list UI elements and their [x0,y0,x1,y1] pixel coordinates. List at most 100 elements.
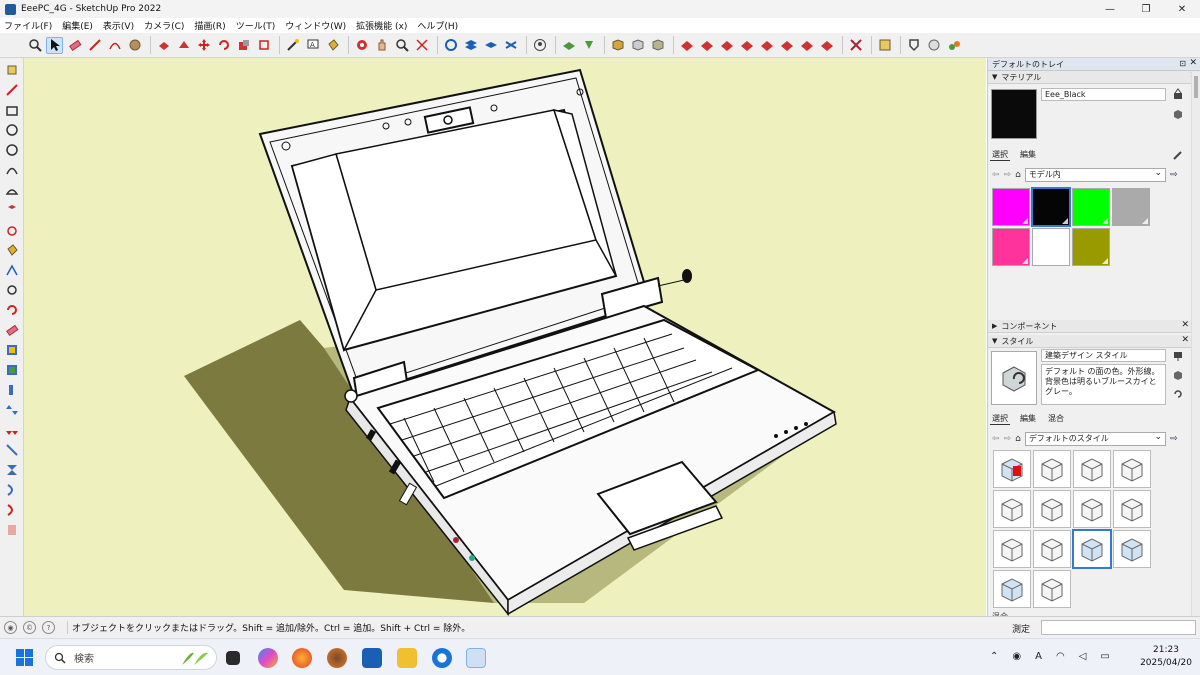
orbit-icon[interactable] [353,37,370,54]
geo-location-icon[interactable]: ◉ [4,621,17,634]
backedges-style-icon[interactable] [698,37,715,54]
front-view-icon[interactable] [649,37,666,54]
task-view-icon[interactable] [226,651,240,665]
outliner-icon[interactable] [3,361,21,378]
close-button[interactable]: ✕ [1164,0,1200,18]
help-info-icon[interactable]: ? [42,621,55,634]
menu-draw[interactable]: 描画(R) [194,19,225,32]
menu-window[interactable]: ウィンドウ(W) [285,19,346,32]
material-swatch[interactable] [1072,188,1110,226]
layers-icon[interactable] [462,37,479,54]
menu-help[interactable]: ヘルプ(H) [417,19,458,32]
wifi-icon[interactable]: ◠ [1056,651,1065,662]
material-swatch[interactable] [1112,188,1150,226]
chevron-up-icon[interactable]: ⌃ [990,651,998,662]
axes-style-icon[interactable] [818,37,835,54]
material-swatch[interactable] [1072,228,1110,266]
section-plane-icon[interactable] [560,37,577,54]
push-pull-small-icon[interactable] [3,201,21,218]
hourglass-tool-icon[interactable] [3,461,21,478]
eyedropper-icon[interactable] [1172,149,1184,161]
update-style-icon[interactable] [1172,350,1184,362]
tab-style-select[interactable]: 選択 [990,413,1010,425]
shape-icon[interactable] [126,37,143,54]
ime-indicator[interactable]: A [1035,651,1042,662]
taskbar-search-box[interactable]: 検索 [45,645,217,670]
browser-icon[interactable] [432,648,452,668]
minimize-button[interactable]: — [1092,0,1128,18]
pan-icon[interactable] [373,37,390,54]
maximize-button[interactable]: ❐ [1128,0,1164,18]
scrollbar-thumb[interactable] [1194,76,1198,98]
down-arrows-icon[interactable] [3,421,21,438]
material-swatch[interactable] [992,188,1030,226]
arc-icon[interactable] [106,37,123,54]
material-name-field[interactable]: Eee_Black [1041,88,1166,101]
refresh-style-icon[interactable] [1172,388,1184,400]
forward-arrow-icon[interactable]: ⇨ [1004,170,1012,180]
polygon-tool-icon[interactable] [3,141,21,158]
styles-header[interactable]: ▼ スタイル ✕ [988,335,1192,348]
style-thumbnail[interactable] [1033,490,1071,528]
back-arrow-icon[interactable]: ⇦ [992,434,1000,444]
style-name-field[interactable]: 建築デザイン スタイル [1041,349,1166,362]
zoom-search-icon[interactable] [26,37,43,54]
menu-file[interactable]: ファイル(F) [4,19,52,32]
monochrome-style-icon[interactable] [798,37,815,54]
gimp-icon[interactable] [327,648,347,668]
style-thumbnail[interactable] [1033,450,1071,488]
hidden-line-style-icon[interactable] [738,37,755,54]
tab-style-mix[interactable]: 混合 [1046,413,1066,425]
wireframe-style-icon[interactable] [718,37,735,54]
trimble-connect-icon[interactable] [945,37,962,54]
arc-tool-icon[interactable] [3,161,21,178]
diagonal-tool-icon[interactable] [3,441,21,458]
menu-tools[interactable]: ツール(T) [236,19,276,32]
push-pull-icon[interactable] [155,37,172,54]
hook-tool-icon[interactable] [3,501,21,518]
home-icon[interactable]: ⌂ [1015,170,1021,180]
style-thumbnail[interactable] [1073,450,1111,488]
section-small-icon[interactable] [3,341,21,358]
paint-bucket-icon[interactable] [324,37,341,54]
tape-measure-icon[interactable] [284,37,301,54]
volume-icon[interactable]: ◁ [1079,651,1087,662]
close-section-icon[interactable]: ✕ [1181,335,1189,345]
tab-style-edit[interactable]: 編集 [1018,413,1038,425]
style-description-field[interactable]: デフォルト の面の色。外形線。背景色は明るいブルースカイとグレー。 [1041,364,1166,405]
account-icon[interactable] [531,37,548,54]
close-section-icon[interactable]: ✕ [1181,320,1189,330]
style-library-select[interactable]: デフォルトのスタイル [1024,431,1166,446]
copilot-icon[interactable] [258,648,278,668]
text-icon[interactable]: A [304,37,321,54]
create-style-icon[interactable] [1172,369,1184,381]
materials-header[interactable]: ▼ マテリアル ✕ [988,71,1200,84]
mail-icon[interactable] [362,648,382,668]
material-library-select[interactable]: モデル内 [1024,167,1166,182]
credits-icon[interactable]: © [23,621,36,634]
follow-me-small-icon[interactable] [3,221,21,238]
3d-viewport[interactable] [24,58,986,616]
create-material-icon[interactable] [1172,108,1184,120]
material-default-icon[interactable] [1172,88,1184,100]
menu-camera[interactable]: カメラ(C) [144,19,184,32]
style-thumbnail[interactable] [1072,529,1112,569]
material-swatch[interactable] [1032,228,1070,266]
eraser-icon[interactable] [66,37,83,54]
style-thumbnail[interactable] [993,490,1031,528]
security-icon[interactable]: ◉ [1012,651,1021,662]
axis-tool-icon[interactable] [3,381,21,398]
iso-view-icon[interactable] [609,37,626,54]
material-swatch[interactable] [1031,187,1071,227]
windows-start-icon[interactable] [16,649,33,666]
zoom-extents-icon[interactable] [413,37,430,54]
rectangle-tool-icon[interactable] [3,101,21,118]
curve-tool-icon[interactable] [3,481,21,498]
back-arrow-icon[interactable]: ⇦ [992,170,1000,180]
current-style-thumbnail[interactable] [991,351,1037,405]
current-material-swatch[interactable] [991,89,1037,139]
zoom-icon[interactable] [393,37,410,54]
style-thumbnail[interactable] [993,530,1031,568]
menu-extensions[interactable]: 拡張機能 (x) [356,19,407,32]
xray-style-icon[interactable] [678,37,695,54]
